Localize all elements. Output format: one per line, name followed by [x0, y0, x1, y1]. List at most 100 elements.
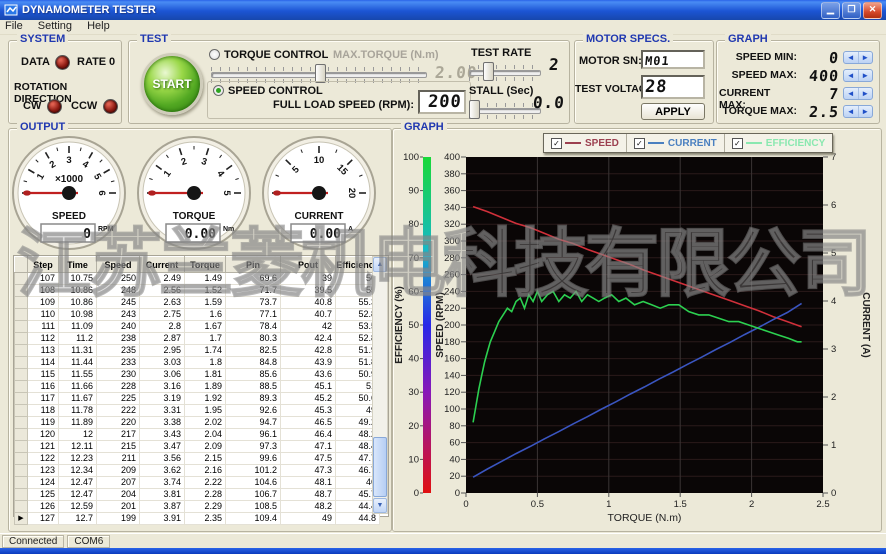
table-cell[interactable]: 116	[28, 381, 59, 393]
table-cell[interactable]: 250	[97, 273, 140, 285]
row-selector[interactable]	[15, 333, 28, 345]
table-cell[interactable]: 11.44	[59, 357, 97, 369]
table-cell[interactable]: 245	[97, 297, 140, 309]
row-selector[interactable]	[15, 273, 28, 285]
table-cell[interactable]: 209	[97, 465, 140, 477]
table-row[interactable]: 11711.672253.191.9289.345.250.6	[15, 393, 380, 405]
table-cell[interactable]: 46.4	[281, 429, 336, 441]
table-cell[interactable]: 109.4	[226, 513, 281, 525]
menu-setting[interactable]: Setting	[38, 20, 72, 32]
table-row[interactable]: 12612.592013.872.29108.548.244.4	[15, 501, 380, 513]
table-cell[interactable]: 1.6	[185, 309, 226, 321]
table-cell[interactable]: 1.92	[185, 393, 226, 405]
spin-right-arrow[interactable]: ►	[859, 70, 873, 81]
restore-button[interactable]: ❐	[842, 2, 861, 19]
table-cell[interactable]: 113	[28, 345, 59, 357]
table-cell[interactable]: 1.81	[185, 369, 226, 381]
table-cell[interactable]: 3.03	[140, 357, 185, 369]
table-cell[interactable]: 2.15	[185, 453, 226, 465]
table-cell[interactable]: 11.67	[59, 393, 97, 405]
table-cell[interactable]: 40.7	[281, 309, 336, 321]
table-cell[interactable]: 2.29	[185, 501, 226, 513]
table-cell[interactable]: 3.43	[140, 429, 185, 441]
spin-right-arrow[interactable]: ►	[859, 106, 873, 117]
table-cell[interactable]: 107	[28, 273, 59, 285]
table-cell[interactable]: 10.98	[59, 309, 97, 321]
table-cell[interactable]: 207	[97, 477, 140, 489]
spin-right-arrow[interactable]: ►	[859, 88, 873, 99]
table-cell[interactable]: 11.09	[59, 321, 97, 333]
table-cell[interactable]: 1.7	[185, 333, 226, 345]
table-cell[interactable]: 3.47	[140, 441, 185, 453]
table-row[interactable]: 10810.862482.561.5271.739.555	[15, 285, 380, 297]
row-selector[interactable]	[15, 285, 28, 297]
table-cell[interactable]: 77.1	[226, 309, 281, 321]
table-cell[interactable]: 211	[97, 453, 140, 465]
table-cell[interactable]: 40.8	[281, 297, 336, 309]
table-cell[interactable]: 88.5	[226, 381, 281, 393]
slider-track[interactable]	[469, 70, 541, 76]
table-cell[interactable]: 12.59	[59, 501, 97, 513]
table-cell[interactable]: 122	[28, 453, 59, 465]
table-cell[interactable]: 3.56	[140, 453, 185, 465]
table-cell[interactable]: 3.38	[140, 417, 185, 429]
table-row[interactable]: 11010.982432.751.677.140.752.8	[15, 309, 380, 321]
row-selector[interactable]	[15, 453, 28, 465]
table-cell[interactable]: 78.4	[226, 321, 281, 333]
spin-left-arrow[interactable]: ◄	[844, 88, 859, 99]
test-rate-slider-thumb[interactable]	[483, 62, 494, 81]
table-cell[interactable]: 99.6	[226, 453, 281, 465]
table-cell[interactable]: 235	[97, 345, 140, 357]
table-cell[interactable]: 71.7	[226, 285, 281, 297]
table-row[interactable]: 10910.862452.631.5973.740.855.3	[15, 297, 380, 309]
row-selector[interactable]	[15, 297, 28, 309]
table-cell[interactable]: 3.74	[140, 477, 185, 489]
table-cell[interactable]: 2.22	[185, 477, 226, 489]
table-row[interactable]: 12512.472043.812.28106.748.745.7	[15, 489, 380, 501]
table-row[interactable]: 10710.752502.491.4969.63956	[15, 273, 380, 285]
table-cell[interactable]: 43.6	[281, 369, 336, 381]
row-selector[interactable]	[15, 417, 28, 429]
motor-sn-field[interactable]: M01	[641, 50, 705, 69]
table-cell[interactable]: 12.23	[59, 453, 97, 465]
table-cell[interactable]: 12.7	[59, 513, 97, 525]
table-cell[interactable]: 240	[97, 321, 140, 333]
table-cell[interactable]: 230	[97, 369, 140, 381]
torque-max-spinner[interactable]: ◄►	[843, 105, 873, 118]
table-cell[interactable]: 97.3	[226, 441, 281, 453]
table-cell[interactable]: 92.6	[226, 405, 281, 417]
table-cell[interactable]: 2.8	[140, 321, 185, 333]
table-cell[interactable]: 120	[28, 429, 59, 441]
table-cell[interactable]: 84.8	[226, 357, 281, 369]
table-row[interactable]: 11811.782223.311.9592.645.349	[15, 405, 380, 417]
table-scrollbar[interactable]: ▲ ▼	[372, 256, 388, 514]
table-cell[interactable]: 1.52	[185, 285, 226, 297]
table-cell[interactable]: 1.59	[185, 297, 226, 309]
table-cell[interactable]: 47.1	[281, 441, 336, 453]
table-cell[interactable]: 42.4	[281, 333, 336, 345]
torque-control-radio[interactable]	[209, 49, 220, 60]
table-row[interactable]: 11511.552303.061.8185.643.650.9	[15, 369, 380, 381]
row-selector[interactable]	[15, 393, 28, 405]
table-cell[interactable]: 243	[97, 309, 140, 321]
menu-help[interactable]: Help	[87, 20, 110, 32]
table-cell[interactable]: 1.8	[185, 357, 226, 369]
table-cell[interactable]: 3.19	[140, 393, 185, 405]
table-cell[interactable]: 10.86	[59, 297, 97, 309]
current-max-spinner[interactable]: ◄►	[843, 87, 873, 100]
table-cell[interactable]: 238	[97, 333, 140, 345]
table-cell[interactable]: 201	[97, 501, 140, 513]
table-cell[interactable]: 94.7	[226, 417, 281, 429]
test-rate-slider[interactable]	[469, 65, 541, 81]
table-cell[interactable]: 228	[97, 381, 140, 393]
table-cell[interactable]: 45.2	[281, 393, 336, 405]
row-selector[interactable]	[15, 321, 28, 333]
menu-file[interactable]: File	[5, 20, 23, 32]
table-cell[interactable]: 48.7	[281, 489, 336, 501]
speed-checkbox[interactable]: ✓	[551, 138, 562, 149]
table-cell[interactable]: 114	[28, 357, 59, 369]
table-cell[interactable]: 1.74	[185, 345, 226, 357]
stall-slider[interactable]	[469, 103, 541, 119]
scroll-up-arrow[interactable]: ▲	[373, 257, 387, 272]
minimize-button[interactable]: ▁	[821, 2, 840, 19]
